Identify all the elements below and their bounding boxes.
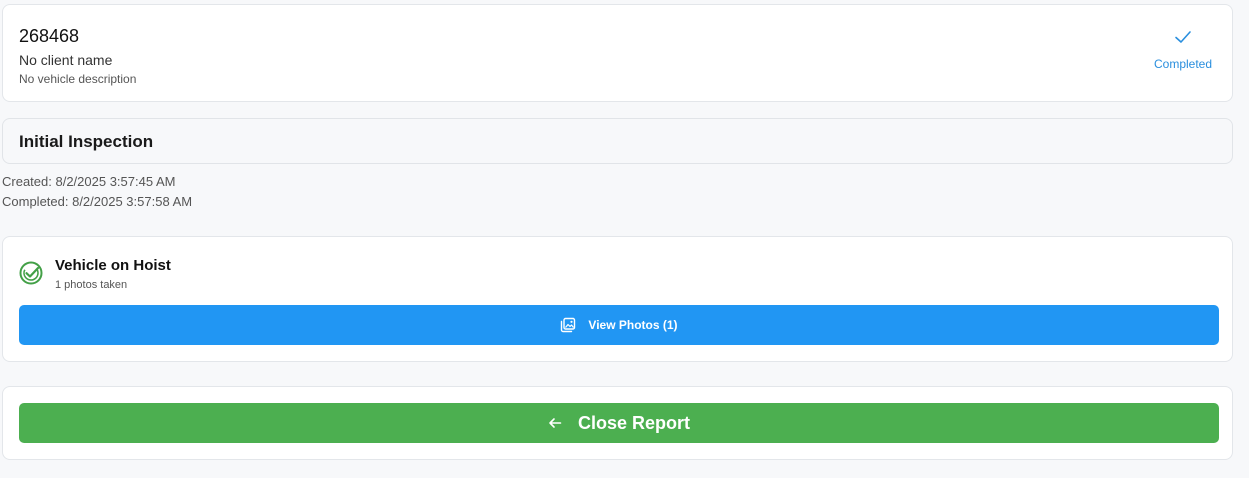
client-name: No client name xyxy=(19,52,113,68)
status-label: Completed xyxy=(1153,57,1213,71)
inspection-title-card: Initial Inspection xyxy=(2,118,1233,164)
close-report-button[interactable]: Close Report xyxy=(19,403,1219,443)
view-photos-button[interactable]: View Photos (1) xyxy=(19,305,1219,345)
close-report-label: Close Report xyxy=(577,412,691,433)
photo-library-icon xyxy=(561,317,576,333)
checklist-item-title: Vehicle on Hoist xyxy=(55,257,171,274)
photo-count: 1 photos taken xyxy=(55,279,128,291)
job-header-card: 268468 No client name No vehicle descrip… xyxy=(2,4,1233,102)
check-circle-icon xyxy=(19,261,43,285)
completed-timestamp: Completed: 8/2/2025 3:57:58 AM xyxy=(2,194,193,209)
vehicle-description: No vehicle description xyxy=(19,72,137,86)
close-report-card: Close Report xyxy=(2,386,1233,460)
checklist-item-card: Vehicle on Hoist 1 photos taken View Pho… xyxy=(2,236,1233,362)
arrow-left-icon xyxy=(549,418,562,428)
status-indicator: Completed xyxy=(1148,27,1218,71)
inspection-title: Initial Inspection xyxy=(19,132,154,151)
job-number: 268468 xyxy=(19,26,80,46)
created-timestamp: Created: 8/2/2025 3:57:45 AM xyxy=(2,174,176,189)
checkmark-icon xyxy=(1175,31,1191,43)
view-photos-label: View Photos (1) xyxy=(588,318,678,332)
